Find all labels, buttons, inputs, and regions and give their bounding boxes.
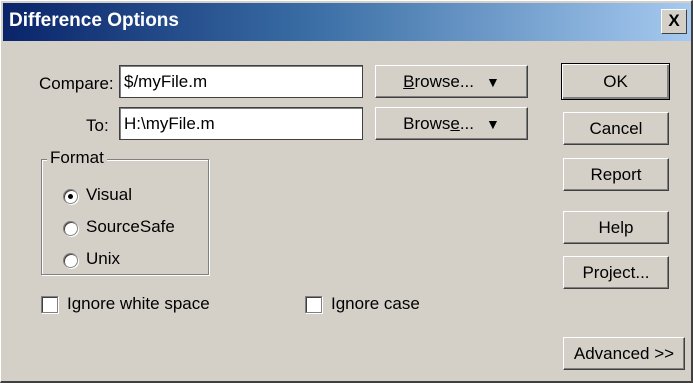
radio-selected-dot-icon — [68, 194, 73, 199]
report-label: Report — [590, 164, 642, 184]
title-bar[interactable]: Difference Options X — [3, 3, 691, 41]
browse-compare-label: Browse... — [403, 71, 474, 91]
window-title: Difference Options — [9, 10, 179, 31]
ignore-case-checkbox[interactable] — [305, 296, 322, 313]
format-sourcesafe-label[interactable]: SourceSafe — [86, 217, 175, 237]
format-unix-label[interactable]: Unix — [86, 249, 120, 269]
close-icon: X — [668, 11, 680, 30]
advanced-button[interactable]: Advanced >> — [563, 337, 685, 370]
report-button[interactable]: Report — [563, 158, 669, 191]
ignore-white-space-label[interactable]: Ignore white space — [67, 294, 210, 314]
cancel-button[interactable]: Cancel — [563, 112, 669, 145]
difference-options-dialog: Difference Options X Compare: Browse... … — [0, 0, 693, 383]
help-button[interactable]: Help — [563, 211, 669, 244]
compare-input[interactable] — [119, 65, 363, 98]
format-sourcesafe-radio[interactable] — [63, 221, 78, 236]
format-unix-radio[interactable] — [63, 253, 78, 268]
dropdown-arrow-icon: ▼ — [486, 73, 500, 90]
help-label: Help — [598, 217, 634, 237]
project-button[interactable]: Project... — [563, 256, 669, 289]
dropdown-arrow-icon: ▼ — [486, 115, 500, 132]
project-label: Project... — [582, 262, 650, 282]
browse-compare-button[interactable]: Browse... ▼ — [375, 65, 528, 98]
advanced-label: Advanced >> — [573, 343, 675, 363]
ok-label: OK — [603, 71, 628, 91]
ok-button[interactable]: OK — [561, 63, 670, 100]
cancel-label: Cancel — [589, 118, 643, 138]
browse-to-label: Browse... — [403, 113, 474, 133]
compare-label: Compare: — [39, 74, 114, 93]
close-button[interactable]: X — [661, 9, 687, 34]
ignore-white-space-checkbox[interactable] — [41, 296, 58, 313]
ignore-case-label[interactable]: Ignore case — [331, 294, 420, 314]
format-visual-label[interactable]: Visual — [86, 185, 132, 205]
browse-to-button[interactable]: Browse... ▼ — [375, 107, 528, 140]
format-group-label: Format — [47, 148, 107, 168]
format-visual-radio[interactable] — [63, 189, 78, 204]
to-input[interactable] — [119, 107, 363, 140]
to-label: To: — [86, 116, 109, 135]
